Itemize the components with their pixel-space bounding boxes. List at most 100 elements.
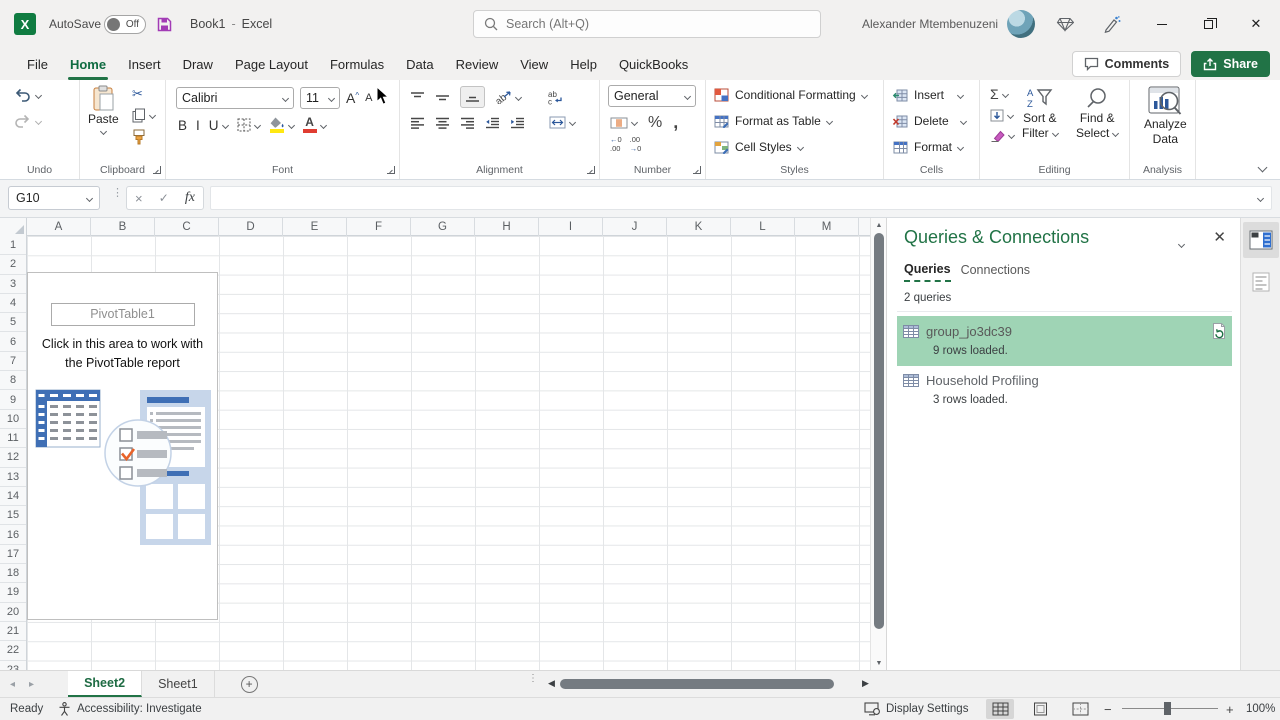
redo-button[interactable] xyxy=(14,114,41,128)
fill-button[interactable] xyxy=(990,109,1014,122)
sheetbar-splitter-handle[interactable]: ⋮ xyxy=(528,677,532,681)
font-color-button[interactable]: A xyxy=(303,117,317,133)
percent-style-button[interactable]: % xyxy=(648,114,662,132)
search-input[interactable]: Search (Alt+Q) xyxy=(473,10,821,38)
align-right-button[interactable] xyxy=(460,117,475,129)
fill-color-button[interactable] xyxy=(269,117,285,133)
top-align-button[interactable] xyxy=(410,91,425,103)
number-dialog-launcher[interactable] xyxy=(693,166,701,174)
cut-button[interactable]: ✂ xyxy=(132,86,143,102)
find-select-button[interactable]: Find &Select xyxy=(1076,86,1118,141)
decrease-indent-button[interactable] xyxy=(485,117,500,129)
wrap-text-button[interactable]: abc xyxy=(547,90,564,105)
horizontal-scroll-thumb[interactable] xyxy=(560,679,834,689)
fields-pane-icon[interactable] xyxy=(1243,264,1279,300)
enter-icon[interactable]: ✓ xyxy=(159,191,169,205)
query-item[interactable]: Household Profiling 3 rows loaded. xyxy=(897,366,1232,415)
row-header[interactable]: 18 xyxy=(0,564,26,583)
bold-button[interactable]: B xyxy=(178,118,187,133)
sparkle-pen-icon[interactable] xyxy=(1102,0,1121,48)
autosave-toggle[interactable]: Off xyxy=(104,0,146,48)
save-icon[interactable] xyxy=(157,0,172,48)
paste-button[interactable]: Paste xyxy=(88,85,119,134)
zoom-level[interactable]: 100% xyxy=(1246,698,1275,720)
column-header[interactable]: L xyxy=(731,218,795,236)
font-family-combo[interactable]: Calibri xyxy=(176,87,294,109)
analyze-data-button[interactable]: AnalyzeData xyxy=(1144,85,1187,147)
row-header[interactable]: 3 xyxy=(0,275,26,294)
panel-tab[interactable]: Queries xyxy=(904,262,951,282)
query-refresh-icon[interactable] xyxy=(1212,323,1226,339)
column-header[interactable]: D xyxy=(219,218,283,236)
sheet-tab[interactable]: Sheet1 xyxy=(142,671,215,697)
column-header[interactable]: K xyxy=(667,218,731,236)
spreadsheet-grid[interactable]: ABCDEFGHIJKLM 12345678910111213141516171… xyxy=(0,218,870,670)
row-header[interactable]: 5 xyxy=(0,313,26,332)
row-header[interactable]: 8 xyxy=(0,371,26,390)
insert-function-icon[interactable]: fx xyxy=(185,190,195,206)
accessibility-status[interactable]: Accessibility: Investigate xyxy=(58,698,202,720)
zoom-out-button[interactable]: − xyxy=(1104,698,1112,720)
page-break-view-icon[interactable] xyxy=(1066,699,1094,719)
row-header[interactable]: 4 xyxy=(0,294,26,313)
format-cells-button[interactable]: Format xyxy=(892,140,963,154)
column-header[interactable]: H xyxy=(475,218,539,236)
alignment-dialog-launcher[interactable] xyxy=(587,166,595,174)
select-all-corner[interactable] xyxy=(0,218,27,236)
row-header[interactable]: 19 xyxy=(0,583,26,602)
row-header[interactable]: 11 xyxy=(0,429,26,448)
sheet-tab[interactable]: Sheet2 xyxy=(68,671,142,697)
row-header[interactable]: 1 xyxy=(0,236,26,255)
bottom-align-button[interactable] xyxy=(460,86,485,108)
share-button[interactable]: Share xyxy=(1191,51,1270,77)
row-header[interactable]: 15 xyxy=(0,506,26,525)
row-header[interactable]: 20 xyxy=(0,603,26,622)
merge-center-button[interactable] xyxy=(549,116,575,129)
column-header[interactable]: B xyxy=(91,218,155,236)
zoom-in-button[interactable]: + xyxy=(1226,698,1234,720)
comments-button[interactable]: Comments xyxy=(1072,51,1182,77)
ribbon-tab[interactable]: View xyxy=(509,48,559,80)
font-dialog-launcher[interactable] xyxy=(387,166,395,174)
increase-decimal-button[interactable]: ←←00.00 xyxy=(610,136,622,153)
formula-bar-expand-chevron[interactable] xyxy=(1257,194,1264,201)
scroll-up-arrow[interactable]: ▲ xyxy=(871,218,887,232)
sort-filter-button[interactable]: AZ Sort &Filter xyxy=(1022,86,1058,141)
display-settings[interactable]: Display Settings xyxy=(864,698,968,720)
decrease-decimal-button[interactable]: .00→0 xyxy=(630,136,642,153)
shrink-font-button[interactable]: A xyxy=(365,92,372,104)
column-header[interactable]: G xyxy=(411,218,475,236)
sheet-nav-left-icon[interactable]: ◂ xyxy=(10,679,15,690)
fill-color-dropdown[interactable] xyxy=(287,121,294,128)
row-header[interactable]: 7 xyxy=(0,352,26,371)
panel-close-icon[interactable]: ✕ xyxy=(1213,228,1226,246)
row-header[interactable]: 6 xyxy=(0,332,26,351)
orientation-button[interactable]: ab xyxy=(495,90,521,104)
ribbon-tab[interactable]: Home xyxy=(59,48,117,80)
underline-dropdown[interactable] xyxy=(221,121,228,128)
borders-dropdown[interactable] xyxy=(253,121,260,128)
row-header[interactable]: 2 xyxy=(0,255,26,274)
column-header[interactable]: M xyxy=(795,218,859,236)
row-header[interactable]: 9 xyxy=(0,390,26,409)
middle-align-button[interactable] xyxy=(435,91,450,103)
number-format-combo[interactable]: General xyxy=(608,85,696,107)
ribbon-tab[interactable]: Draw xyxy=(172,48,224,80)
formula-bar-handle[interactable]: ⋮ xyxy=(112,191,116,196)
hscroll-left-arrow[interactable]: ◀ xyxy=(548,678,555,689)
column-header[interactable]: C xyxy=(155,218,219,236)
ribbon-tab[interactable]: Data xyxy=(395,48,444,80)
column-header[interactable]: A xyxy=(27,218,91,236)
cell-styles-button[interactable]: Cell Styles xyxy=(714,140,803,154)
hscroll-right-arrow[interactable]: ▶ xyxy=(862,678,869,689)
row-header[interactable]: 21 xyxy=(0,622,26,641)
restore-button[interactable] xyxy=(1188,0,1228,48)
clear-button[interactable] xyxy=(990,129,1014,142)
pivot-placeholder[interactable]: PivotTable1 Click in this area to work w… xyxy=(27,272,218,620)
increase-indent-button[interactable] xyxy=(510,117,525,129)
clipboard-dialog-launcher[interactable] xyxy=(153,166,161,174)
row-header[interactable]: 13 xyxy=(0,468,26,487)
ribbon-tab[interactable]: Insert xyxy=(117,48,172,80)
name-box[interactable]: G10 xyxy=(8,186,100,210)
column-header[interactable]: I xyxy=(539,218,603,236)
